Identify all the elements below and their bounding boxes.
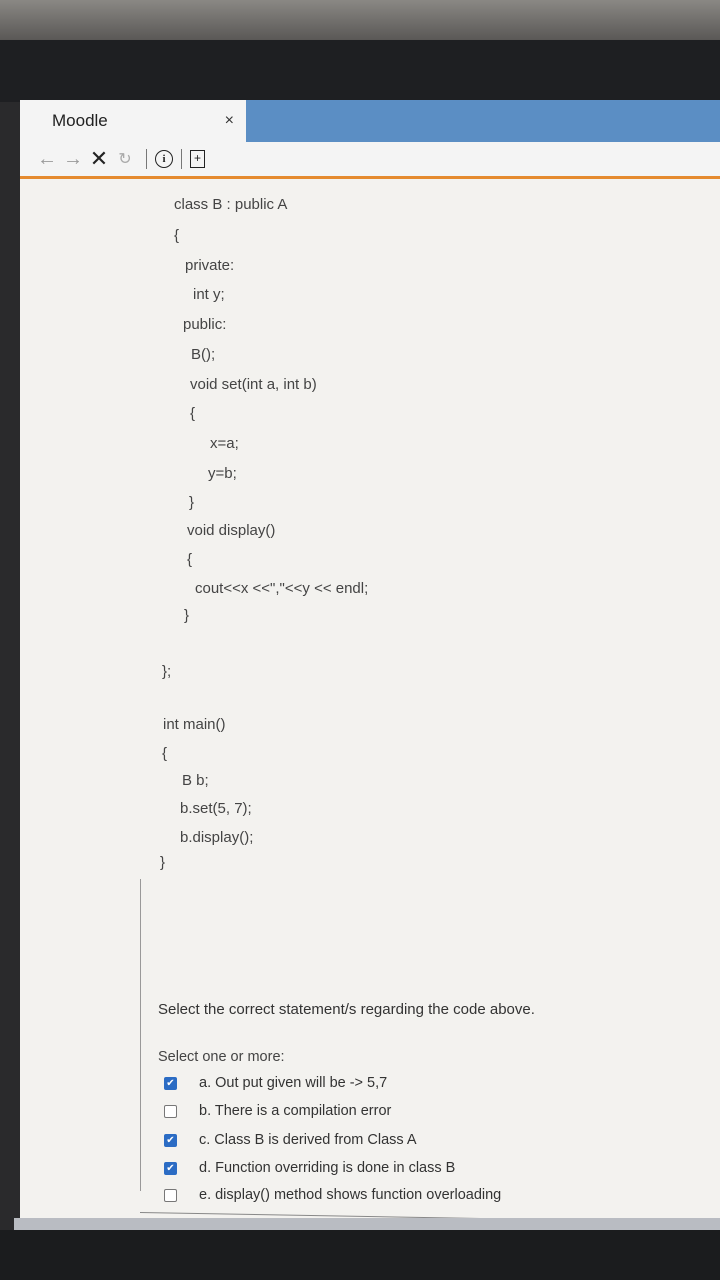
code-line: }; (162, 663, 172, 680)
answer-option-c[interactable]: ✔ c. Class B is derived from Class A (164, 1132, 417, 1148)
checkbox-unchecked[interactable] (164, 1188, 177, 1202)
code-line: { (190, 405, 196, 422)
code-line: class B : public A (174, 196, 288, 213)
answer-option-label: a. Out put given will be -> 5,7 (199, 1075, 388, 1091)
code-line: int main() (163, 716, 226, 733)
answer-option-b[interactable]: b. There is a compilation error (164, 1103, 391, 1119)
page-add-icon[interactable]: + (190, 150, 205, 168)
code-line: y=b; (208, 465, 237, 482)
code-line: } (184, 607, 190, 624)
tab-moodle[interactable]: Moodle × (20, 100, 246, 142)
select-instruction: Select one or more: (158, 1049, 285, 1065)
quiz-content: class B : public A { private: int y; pub… (20, 179, 720, 1230)
checkbox-checked[interactable]: ✔ (164, 1161, 177, 1175)
answer-option-label: c. Class B is derived from Class A (199, 1132, 417, 1148)
checkbox-unchecked[interactable] (164, 1104, 177, 1118)
answer-option-label: b. There is a compilation error (199, 1103, 392, 1119)
toolbar-separator (146, 149, 147, 169)
code-line: B b; (182, 772, 209, 789)
code-line: cout<<x <<","<<y << endl; (195, 580, 369, 597)
code-line: int y; (193, 286, 225, 303)
code-line: b.set(5, 7); (180, 800, 252, 817)
code-line: { (162, 745, 168, 762)
screen-bezel (0, 40, 720, 102)
checkbox-checked[interactable]: ✔ (164, 1133, 177, 1147)
toolbar-separator (181, 149, 182, 169)
forward-arrow-icon[interactable]: → (60, 148, 86, 171)
question-text: Select the correct statement/s regarding… (158, 1001, 535, 1018)
code-line: { (174, 227, 180, 244)
question-frame (140, 879, 141, 1191)
back-arrow-icon[interactable]: ← (34, 148, 60, 171)
screen-bezel-top (0, 0, 720, 40)
tab-bar: Moodle × (20, 100, 720, 142)
code-line: b.display(); (180, 829, 254, 846)
code-line: B(); (191, 346, 216, 363)
browser-window: Moodle × ← → ✕ ↻ i + class B : public A … (20, 100, 720, 1230)
code-line: void display() (187, 522, 276, 539)
stop-icon[interactable]: ✕ (86, 146, 112, 172)
answer-option-label: d. Function overriding is done in class … (199, 1160, 456, 1176)
tab-title: Moodle (52, 111, 108, 130)
answer-option-d[interactable]: ✔ d. Function overriding is done in clas… (164, 1160, 455, 1176)
answer-option-label: e. display() method shows function overl… (199, 1187, 502, 1203)
code-line: void set(int a, int b) (190, 376, 317, 393)
code-line: x=a; (210, 435, 239, 452)
navigation-bar: ← → ✕ ↻ i + (20, 142, 720, 179)
code-line: } (189, 494, 195, 511)
code-line: { (187, 551, 193, 568)
reload-icon[interactable]: ↻ (112, 149, 138, 169)
screen-bezel-bottom (0, 1230, 720, 1280)
code-line: public: (183, 316, 227, 333)
info-icon[interactable]: i (155, 150, 173, 168)
answer-option-a[interactable]: ✔ a. Out put given will be -> 5,7 (164, 1075, 387, 1091)
close-icon[interactable]: × (225, 112, 234, 130)
code-line: } (160, 854, 166, 871)
checkbox-checked[interactable]: ✔ (164, 1076, 177, 1090)
answer-option-e[interactable]: e. display() method shows function overl… (164, 1187, 501, 1203)
code-line: private: (185, 257, 235, 274)
